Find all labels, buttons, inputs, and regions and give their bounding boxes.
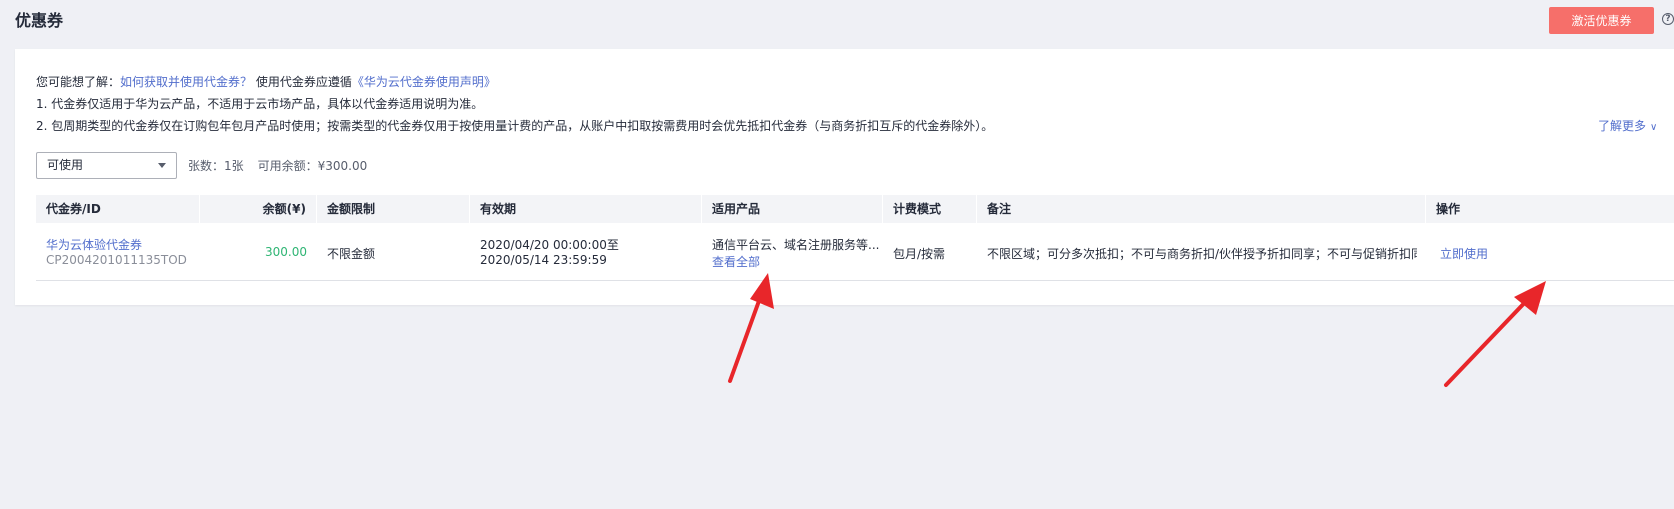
coupon-id: CP2004201011135TOD (46, 253, 187, 267)
column-header-validity: 有效期 (470, 195, 702, 223)
column-header-balance: 余额(¥) (200, 195, 317, 223)
coupon-count: 张数：1张 (188, 159, 244, 173)
coupon-card: 您可能想了解：如何获取并使用代金券？ 使用代金券应遵循《华为云代金券使用声明》 … (15, 49, 1674, 305)
activate-coupon-button[interactable]: 激活优惠券 (1549, 7, 1654, 34)
coupon-amount: 300.00 (265, 245, 307, 259)
arrow-shaft (1444, 293, 1534, 387)
coupon-name-link[interactable]: 华为云体验代金券 (46, 236, 142, 253)
status-select[interactable]: 可使用 (36, 152, 177, 179)
status-select-value: 可使用 (47, 158, 84, 172)
help-icon[interactable]: ? (1662, 13, 1674, 25)
amount-limit: 不限金额 (327, 247, 376, 261)
annotation-arrow-icon (728, 273, 774, 383)
annotation-arrow-icon (1444, 281, 1546, 387)
tip-mid: 使用代金券应遵循 (255, 75, 352, 89)
table-header: 代金券/ID 余额(¥) 金额限制 有效期 适用产品 计费模式 备注 操作 (36, 195, 1674, 223)
valid-to: 2020/05/14 23:59:59 (480, 253, 607, 267)
table-row: 华为云体验代金券 CP2004201011135TOD 300.00 不限金额 … (36, 223, 1674, 281)
coupon-summary: 张数：1张 可用余额：¥300.00 (188, 157, 381, 174)
how-to-get-coupon-link[interactable]: 如何获取并使用代金券？ (120, 75, 252, 89)
tip-line-links: 您可能想了解：如何获取并使用代金券？ 使用代金券应遵循《华为云代金券使用声明》 (36, 73, 496, 90)
remark: 不限区域；可分多次抵扣；不可与商务折扣/伙伴授予折扣同享；不可与促销折扣同享..… (987, 247, 1417, 261)
column-header-remark: 备注 (977, 195, 1426, 223)
column-header-action: 操作 (1436, 202, 1461, 216)
tip-line-1: 1. 代金券仅适用于华为云产品，不适用于云市场产品，具体以代金券适用说明为准。 (36, 97, 484, 111)
column-header-amount-limit: 金额限制 (317, 195, 470, 223)
learn-more-link[interactable]: 了解更多 ∨ (1598, 117, 1657, 134)
column-header-coupon: 代金券/ID (36, 195, 200, 223)
tip-prefix: 您可能想了解： (36, 75, 121, 89)
column-header-products: 适用产品 (702, 195, 883, 223)
available-balance: 可用余额：¥300.00 (257, 159, 368, 173)
valid-from: 2020/04/20 00:00:00至 (480, 238, 619, 252)
page-title: 优惠券 (15, 11, 64, 30)
billing-mode: 包月/按需 (893, 247, 946, 261)
learn-more-label: 了解更多 (1598, 119, 1647, 133)
use-now-link[interactable]: 立即使用 (1440, 245, 1488, 262)
column-header-billing-mode: 计费模式 (883, 195, 977, 223)
coupon-statement-link[interactable]: 《华为云代金券使用声明》 (352, 75, 496, 89)
chevron-down-icon: ∨ (1650, 122, 1658, 133)
caret-down-icon (158, 163, 166, 168)
tip-line-2: 2. 包周期类型的代金券仅在订购包年包月产品时使用；按需类型的代金券仅用于按使用… (36, 119, 994, 133)
arrow-head (750, 273, 774, 309)
applicable-products: 通信平台云、域名注册服务等... (712, 238, 880, 252)
